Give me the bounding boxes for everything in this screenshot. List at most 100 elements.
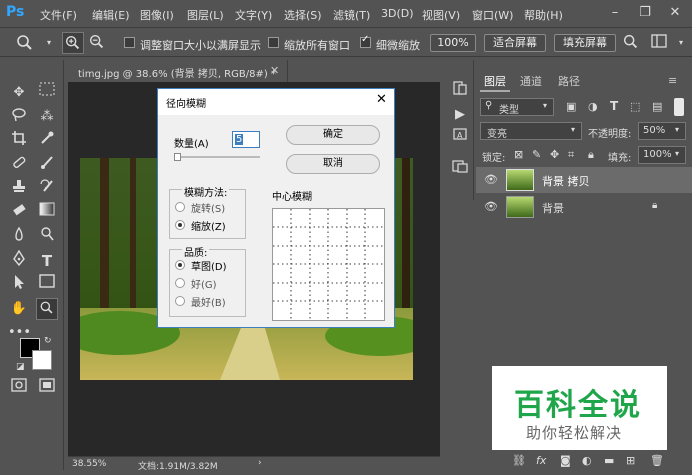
- lock-position-icon[interactable]: ✥: [550, 148, 559, 161]
- menu-type[interactable]: 文字(Y): [235, 7, 272, 23]
- filter-adjustment-icon[interactable]: ◑: [588, 100, 598, 113]
- crop-tool-icon[interactable]: [8, 130, 30, 152]
- lock-artboard-icon[interactable]: ⌗: [568, 148, 574, 162]
- amount-input[interactable]: 5: [232, 131, 260, 148]
- path-select-tool-icon[interactable]: [8, 274, 30, 296]
- filter-kind-select[interactable]: ⚲ 类型 ▾: [480, 98, 554, 116]
- swap-colors-icon[interactable]: ↻: [44, 336, 52, 346]
- panel-menu-icon[interactable]: ≡: [668, 74, 677, 87]
- lock-all-icon[interactable]: 🔒︎: [588, 148, 594, 162]
- dodge-tool-icon[interactable]: [36, 226, 58, 248]
- pen-tool-icon[interactable]: [8, 249, 30, 272]
- properties-panel-icon[interactable]: [449, 158, 471, 180]
- type-tool-icon[interactable]: T: [36, 250, 58, 272]
- minimize-icon[interactable]: –: [604, 3, 626, 23]
- ok-button[interactable]: 确定: [286, 125, 380, 145]
- fill-input[interactable]: 100% ▾: [638, 146, 686, 164]
- opacity-input[interactable]: 50% ▾: [638, 122, 686, 140]
- blur-center-preview[interactable]: [272, 208, 385, 321]
- tab-paths[interactable]: 路径: [554, 72, 584, 92]
- history-brush-tool-icon[interactable]: [36, 178, 58, 200]
- workspace-dropdown-icon[interactable]: ▾: [670, 32, 692, 54]
- blur-tool-icon[interactable]: [8, 226, 30, 248]
- eyedropper-tool-icon[interactable]: [36, 130, 58, 152]
- document-tab[interactable]: timg.jpg @ 38.6% (背景 拷贝, RGB/8#) *: [68, 60, 288, 82]
- fx-icon[interactable]: fx: [536, 454, 546, 467]
- layer-name[interactable]: 背景 拷贝: [542, 173, 590, 189]
- stamp-tool-icon[interactable]: [8, 178, 30, 200]
- best-radio[interactable]: [175, 296, 185, 306]
- good-radio[interactable]: [175, 278, 185, 288]
- healing-brush-tool-icon[interactable]: [8, 154, 30, 176]
- screen-mode-icon[interactable]: [36, 378, 58, 400]
- adjustments-panel-icon[interactable]: A: [449, 126, 471, 148]
- filter-shape-icon[interactable]: ⬚: [630, 100, 640, 113]
- fit-screen-button[interactable]: 适合屏幕: [484, 34, 546, 52]
- menu-3d[interactable]: 3D(D): [381, 7, 414, 20]
- visibility-eye-icon[interactable]: 👁︎: [484, 200, 498, 213]
- zoom-in-icon[interactable]: [62, 32, 84, 54]
- layer-row-background-copy[interactable]: 👁︎ 背景 拷贝: [476, 167, 692, 193]
- actions-play-icon[interactable]: ▶: [449, 104, 471, 126]
- menu-help[interactable]: 帮助(H): [524, 7, 563, 23]
- quick-mask-icon[interactable]: [8, 378, 30, 400]
- workspace-icon[interactable]: [648, 32, 670, 54]
- menu-window[interactable]: 窗口(W): [472, 7, 513, 23]
- tab-layers[interactable]: 图层: [480, 72, 510, 92]
- layer-row-background[interactable]: 👁︎ 背景 🔒︎: [476, 194, 692, 220]
- menu-view[interactable]: 视图(V): [422, 7, 460, 23]
- zoom-tool-preset-icon[interactable]: [14, 32, 36, 54]
- zoom-level[interactable]: 38.55%: [72, 459, 106, 469]
- filter-toggle[interactable]: [674, 98, 684, 116]
- default-colors-icon[interactable]: ◪: [16, 362, 25, 372]
- add-mask-icon[interactable]: ◙: [560, 454, 571, 467]
- filter-pixel-icon[interactable]: ▣: [566, 100, 576, 113]
- dialog-close-icon[interactable]: ✕: [376, 92, 387, 107]
- menu-file[interactable]: 文件(F): [40, 7, 77, 23]
- zoom-all-checkbox[interactable]: [268, 37, 279, 48]
- menu-filter[interactable]: 滤镜(T): [333, 7, 370, 23]
- menu-image[interactable]: 图像(I): [140, 7, 174, 23]
- trash-icon[interactable]: 🗑︎: [650, 454, 664, 467]
- visibility-eye-icon[interactable]: 👁︎: [484, 173, 498, 186]
- tab-channels[interactable]: 通道: [516, 72, 546, 92]
- fill-screen-button[interactable]: 填充屏幕: [554, 34, 616, 52]
- lock-paint-icon[interactable]: ✎: [532, 148, 541, 161]
- brush-tool-icon[interactable]: [36, 154, 58, 176]
- menu-edit[interactable]: 编辑(E): [92, 7, 130, 23]
- status-arrow-icon[interactable]: ›: [258, 458, 262, 468]
- gradient-tool-icon[interactable]: [36, 202, 58, 224]
- menu-layer[interactable]: 图层(L): [187, 7, 224, 23]
- lasso-tool-icon[interactable]: [8, 106, 30, 128]
- filter-smart-object-icon[interactable]: ▤: [652, 100, 662, 113]
- group-folder-icon[interactable]: ▬: [604, 454, 614, 467]
- background-color-swatch[interactable]: [32, 350, 52, 370]
- quick-select-tool-icon[interactable]: ⁂: [36, 106, 58, 128]
- lock-transparent-icon[interactable]: ⊠: [514, 148, 523, 161]
- zoom-100-button[interactable]: 100%: [430, 34, 476, 52]
- cancel-button[interactable]: 取消: [286, 154, 380, 174]
- adjustment-layer-icon[interactable]: ◐: [582, 454, 592, 467]
- history-panel-icon[interactable]: [449, 80, 471, 102]
- filter-type-icon[interactable]: T: [610, 99, 618, 113]
- layer-name[interactable]: 背景: [542, 200, 564, 216]
- zoom-radio[interactable]: [175, 220, 185, 230]
- move-tool-icon[interactable]: ✥: [8, 82, 30, 104]
- zoom-tool-icon[interactable]: [36, 298, 58, 320]
- amount-slider-thumb[interactable]: [174, 153, 181, 161]
- blend-mode-select[interactable]: 变亮 ▾: [480, 122, 582, 140]
- search-icon[interactable]: [620, 32, 642, 54]
- restore-icon[interactable]: ❐: [634, 3, 656, 23]
- amount-slider-track[interactable]: [174, 156, 260, 158]
- new-layer-icon[interactable]: ⊞: [626, 454, 635, 467]
- hand-tool-icon[interactable]: ✋: [8, 298, 30, 320]
- zoom-out-icon[interactable]: [86, 32, 108, 54]
- rectangle-tool-icon[interactable]: [36, 274, 58, 296]
- spin-radio[interactable]: [175, 202, 185, 212]
- marquee-tool-icon[interactable]: [36, 82, 58, 104]
- draft-radio[interactable]: [175, 260, 185, 270]
- menu-select[interactable]: 选择(S): [284, 7, 322, 23]
- close-icon[interactable]: ✕: [664, 3, 686, 23]
- scrubby-zoom-checkbox[interactable]: [360, 34, 371, 48]
- resize-windows-checkbox[interactable]: [124, 37, 135, 48]
